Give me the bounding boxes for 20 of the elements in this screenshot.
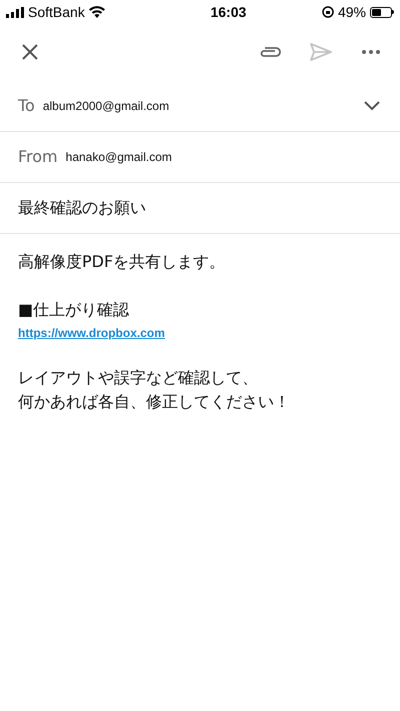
signal-icon <box>6 6 24 18</box>
body-text: ■仕上がり確認 <box>18 299 130 321</box>
chevron-down-icon[interactable] <box>364 100 380 110</box>
to-field[interactable]: album2000@gmail.com <box>42 96 364 114</box>
clock-time: 16:03 <box>210 2 246 22</box>
close-button[interactable] <box>20 42 40 62</box>
from-label: From <box>18 146 58 168</box>
body-text: 何かあれば各自、修正してください！ <box>18 391 290 413</box>
more-options-button[interactable] <box>362 50 380 54</box>
battery-icon <box>370 6 394 18</box>
to-label: To <box>18 94 35 116</box>
from-field[interactable]: hanako@gmail.com <box>66 148 172 166</box>
body-text: レイアウトや誤字など確認して、 <box>18 367 258 389</box>
battery-percent: 49% <box>338 2 366 22</box>
carrier-name: SoftBank <box>28 2 85 22</box>
body-text: 高解像度PDFを共有します。 <box>18 251 226 273</box>
link[interactable]: https://www.dropbox.com <box>18 324 165 342</box>
subject-field[interactable]: 最終確認のお願い <box>18 196 146 220</box>
wifi-icon <box>88 6 105 18</box>
rotation-lock-icon <box>322 6 334 18</box>
